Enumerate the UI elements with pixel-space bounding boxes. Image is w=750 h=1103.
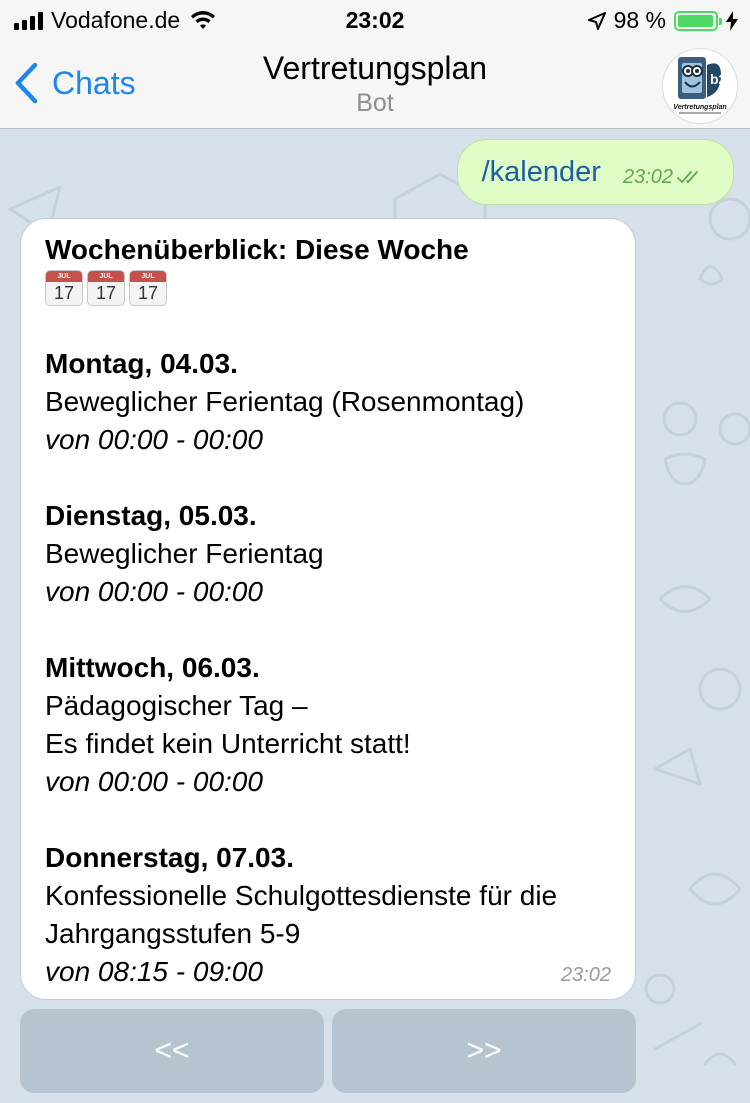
outgoing-message[interactable]: /kalender 23:02 — [456, 139, 734, 205]
chat-title-block[interactable]: Vertretungsplan Bot — [0, 50, 750, 118]
previous-week-button[interactable]: << — [20, 1009, 324, 1093]
chat-subtitle: Bot — [356, 89, 394, 117]
day-time: von 00:00 - 00:00 — [45, 424, 263, 455]
status-bar: Vodafone.de 23:02 98 % — [0, 0, 750, 40]
location-arrow-icon — [587, 11, 606, 30]
day-time: von 00:00 - 00:00 — [45, 766, 263, 797]
next-week-button[interactable]: >> — [332, 1009, 636, 1093]
day-description: Konfessionelle Schulgottesdienste für di… — [45, 880, 558, 911]
day-description: Pädagogischer Tag – — [45, 690, 308, 721]
day-description: Es findet kein Unterricht statt! — [45, 728, 411, 759]
calendar-icon: JUL 17 — [87, 270, 125, 306]
message-list[interactable]: /kalender 23:02 Wochenüberblick: Diese W… — [0, 129, 750, 1103]
status-right: 98 % — [587, 7, 738, 34]
calendar-icon: JUL 17 — [129, 270, 167, 306]
outgoing-message-meta: 23:02 — [623, 166, 707, 189]
outgoing-message-time: 23:02 — [622, 165, 673, 188]
day-description: Beweglicher Ferientag (Rosenmontag) — [45, 386, 525, 417]
calendar-emoji-row: JUL 17 JUL 17 JUL 17 — [45, 269, 611, 307]
chat-title: Vertretungsplan — [262, 50, 488, 86]
battery-nub — [719, 17, 722, 25]
incoming-message-time: 23:02 — [560, 964, 611, 986]
battery-fill — [678, 14, 714, 27]
outgoing-message-text[interactable]: /kalender — [482, 156, 601, 189]
message-heading: Wochenüberblick: Diese Woche — [45, 234, 469, 265]
day-title: Mittwoch, 06.03. — [45, 652, 260, 683]
day-time: von 00:00 - 00:00 — [45, 576, 263, 607]
bot-avatar[interactable]: b2 Vertretungsplan — [662, 48, 738, 124]
read-receipt-icon — [677, 171, 698, 184]
svg-text:b2: b2 — [710, 71, 727, 87]
owl-logo-icon: b2 Vertretungsplan — [673, 57, 727, 114]
svg-text:Vertretungsplan: Vertretungsplan — [673, 104, 726, 111]
day-description: Jahrgangsstufen 5-9 — [45, 918, 301, 949]
incoming-message[interactable]: Wochenüberblick: Diese Woche JUL 17 JUL 17… — [20, 218, 636, 1000]
battery-percent: 98 % — [613, 7, 666, 33]
day-time: von 08:15 - 09:00 — [45, 956, 263, 987]
chat-header: Chats Vertretungsplan Bot b2 Vertretungs… — [0, 40, 750, 129]
calendar-icon: JUL 17 — [45, 270, 83, 306]
charging-bolt-icon — [726, 10, 738, 31]
day-title: Donnerstag, 07.03. — [45, 842, 294, 873]
day-title: Montag, 04.03. — [45, 348, 238, 379]
day-title: Dienstag, 05.03. — [45, 500, 257, 531]
day-description: Beweglicher Ferientag — [45, 538, 324, 569]
battery-icon — [674, 10, 722, 31]
